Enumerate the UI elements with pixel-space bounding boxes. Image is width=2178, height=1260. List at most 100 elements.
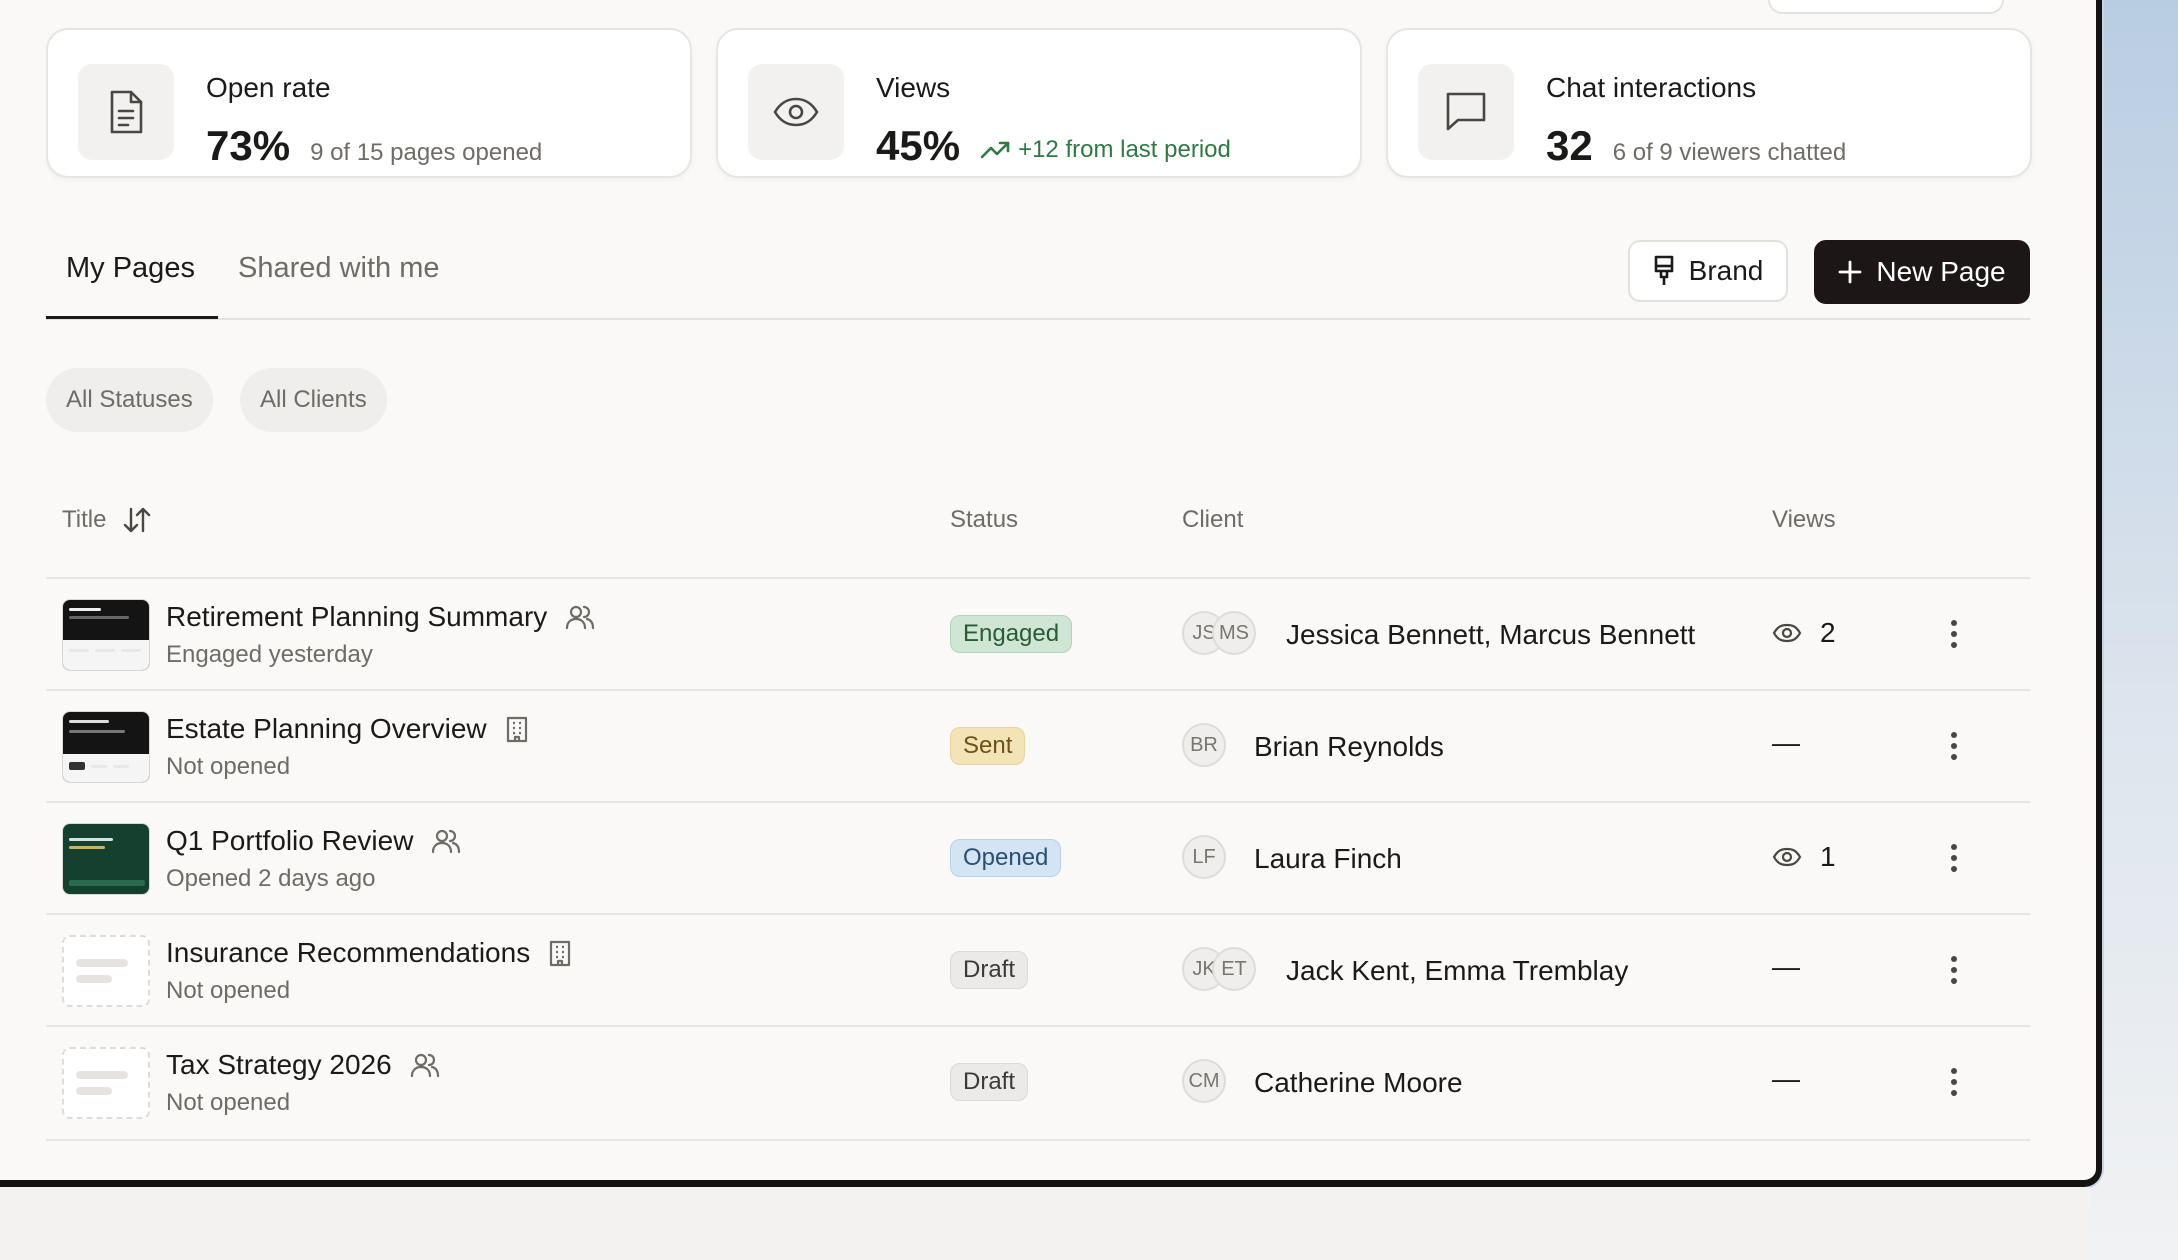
more-vertical-icon	[1951, 1068, 1957, 1096]
stat-label: Views	[876, 72, 951, 103]
table-row[interactable]: Q1 Portfolio Review Opened 2 days ago Op…	[46, 801, 2030, 915]
top-control	[1768, 0, 2004, 14]
page-thumbnail	[62, 711, 150, 783]
table-row[interactable]: Retirement Planning Summary Engaged yest…	[46, 577, 2030, 691]
status-badge: Engaged	[950, 615, 1073, 653]
page-title[interactable]: Estate Planning Overview	[166, 713, 487, 745]
client-name: Catherine Moore	[1254, 1067, 1463, 1098]
more-vertical-icon	[1951, 732, 1957, 760]
client-avatars: CM	[1182, 1059, 1226, 1103]
column-header-title[interactable]: Title	[62, 506, 152, 534]
page-subtitle: Opened 2 days ago	[166, 865, 376, 892]
column-header-client: Client	[1182, 506, 1244, 533]
stat-subtext: 6 of 9 viewers chatted	[1612, 139, 1847, 166]
stat-value: 45%	[876, 122, 961, 169]
views-value: —	[1772, 727, 1800, 758]
views-value: 2	[1820, 617, 1836, 648]
views-value: 1	[1820, 841, 1836, 872]
page-thumbnail	[62, 823, 150, 895]
stat-card-chat-interactions: Chat interactions 32 6 of 9 viewers chat…	[1386, 28, 2032, 178]
avatar: LF	[1182, 835, 1226, 879]
stat-card-open-rate: Open rate 73% 9 of 15 pages opened	[46, 28, 692, 178]
more-options-button[interactable]	[1946, 947, 1962, 993]
filter-all-statuses[interactable]: All Statuses	[46, 368, 213, 432]
page-title[interactable]: Insurance Recommendations	[166, 937, 530, 969]
more-vertical-icon	[1951, 620, 1957, 648]
client-avatars: JK ET	[1182, 947, 1256, 991]
people-icon	[432, 829, 461, 854]
app-window: Open rate 73% 9 of 15 pages opened Views…	[0, 0, 2102, 1187]
client-name: Laura Finch	[1254, 843, 1402, 874]
people-icon	[410, 1053, 439, 1078]
footer-area	[0, 1187, 2090, 1260]
page-subtitle: Engaged yesterday	[166, 641, 373, 668]
client-name: Jessica Bennett, Marcus Bennett	[1286, 619, 1696, 650]
more-options-button[interactable]	[1946, 723, 1962, 769]
chat-bubble-icon	[1418, 64, 1514, 160]
tabs-divider	[46, 318, 2030, 320]
more-options-button[interactable]	[1946, 835, 1962, 881]
stat-value: 73%	[206, 122, 291, 169]
eye-icon	[1772, 847, 1802, 867]
new-page-button[interactable]: New Page	[1814, 240, 2030, 304]
client-avatars: BR	[1182, 723, 1226, 767]
stat-label: Chat interactions	[1546, 72, 1757, 103]
views-value: —	[1772, 1063, 1800, 1094]
avatar: BR	[1182, 723, 1226, 767]
page-subtitle: Not opened	[166, 753, 291, 780]
status-badge: Draft	[950, 1063, 1029, 1101]
stat-card-views: Views 45% +12 from last period	[716, 28, 1362, 178]
column-header-views: Views	[1772, 506, 1836, 533]
stat-subtext: 9 of 15 pages opened	[310, 139, 543, 166]
more-options-button[interactable]	[1946, 1059, 1962, 1105]
eye-icon	[748, 64, 844, 160]
paintbrush-icon	[1654, 255, 1673, 285]
page-title[interactable]: Q1 Portfolio Review	[166, 825, 413, 857]
people-icon	[566, 605, 595, 630]
brand-button-label: Brand	[1688, 255, 1764, 286]
client-avatars: JS MS	[1182, 611, 1256, 655]
brand-button[interactable]: Brand	[1628, 240, 1788, 302]
stat-subtext: +12 from last period	[1018, 136, 1231, 163]
stat-trend: +12 from last period	[980, 136, 1231, 164]
client-name: Brian Reynolds	[1254, 731, 1444, 762]
more-options-button[interactable]	[1946, 611, 1962, 657]
page-title[interactable]: Retirement Planning Summary	[166, 601, 547, 633]
page-thumbnail-placeholder	[62, 1047, 150, 1119]
page-thumbnail-placeholder	[62, 935, 150, 1007]
page-thumbnail	[62, 599, 150, 671]
table-row[interactable]: Estate Planning Overview Not opened Sent…	[46, 689, 2030, 803]
tab-shared-with-me[interactable]: Shared with me	[238, 252, 440, 285]
building-icon	[550, 940, 571, 967]
client-name: Jack Kent, Emma Tremblay	[1286, 955, 1629, 986]
filter-all-clients[interactable]: All Clients	[240, 368, 387, 432]
new-page-button-label: New Page	[1876, 256, 2006, 287]
page-subtitle: Not opened	[166, 1089, 291, 1116]
desktop-background	[2090, 0, 2178, 1260]
tab-my-pages[interactable]: My Pages	[66, 252, 195, 285]
client-avatars: LF	[1182, 835, 1226, 879]
views-count: 2	[1772, 617, 1836, 649]
table-row[interactable]: Insurance Recommendations Not opened Dra…	[46, 913, 2030, 1027]
views-value: —	[1772, 951, 1800, 982]
avatar: CM	[1182, 1059, 1226, 1103]
avatar: MS	[1212, 611, 1256, 655]
building-icon	[506, 716, 527, 743]
eye-icon	[1772, 623, 1802, 643]
page-title[interactable]: Tax Strategy 2026	[166, 1049, 392, 1081]
sort-icon	[124, 507, 151, 533]
document-icon	[78, 64, 174, 160]
status-badge: Opened	[950, 839, 1062, 877]
table-row[interactable]: Tax Strategy 2026 Not opened Draft CM Ca…	[46, 1025, 2030, 1141]
column-label: Title	[62, 506, 107, 533]
page-subtitle: Not opened	[166, 977, 291, 1004]
status-badge: Draft	[950, 951, 1029, 989]
active-tab-indicator	[46, 316, 218, 319]
status-badge: Sent	[950, 727, 1026, 765]
column-header-status: Status	[950, 506, 1019, 533]
trending-up-icon	[980, 141, 1010, 159]
more-vertical-icon	[1951, 956, 1957, 984]
plus-icon	[1839, 260, 1862, 284]
more-vertical-icon	[1951, 844, 1957, 872]
stat-label: Open rate	[206, 72, 331, 103]
